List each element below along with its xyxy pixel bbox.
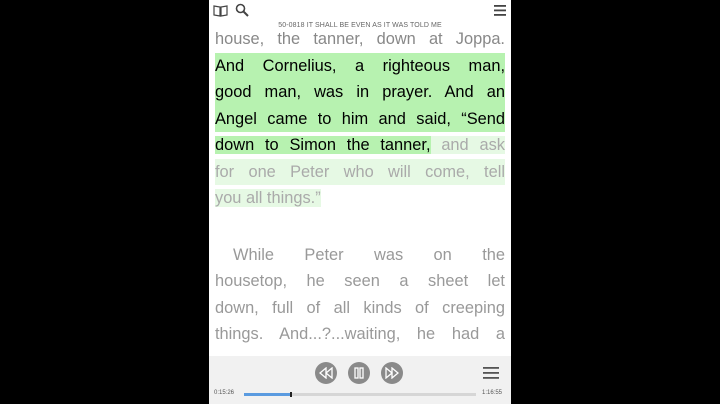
total-time: 1:16:55 xyxy=(482,390,503,396)
forward-10-icon[interactable] xyxy=(381,362,403,384)
menu-icon[interactable] xyxy=(492,2,508,18)
audio-player: 0:15:26 1:16:55 xyxy=(209,356,511,404)
text-line-upcoming-wrap: you all things.” xyxy=(215,185,505,212)
reading-pane[interactable]: house, the tanner, down at Joppa. And Co… xyxy=(215,26,505,348)
text-line: While Peter was on the xyxy=(233,245,505,264)
current-phrase: down to Simon the tanner, xyxy=(215,136,431,154)
text-line: housetop, he seen a sheet let xyxy=(215,272,505,290)
search-icon[interactable] xyxy=(234,2,250,18)
elapsed-time: 0:15:26 xyxy=(214,390,235,396)
list-icon[interactable] xyxy=(482,365,500,381)
text-line-mixed: down to Simon the tanner, and ask xyxy=(215,132,505,159)
paragraph-2: While Peter was on the housetop, he seen… xyxy=(215,242,505,348)
progress-knob[interactable] xyxy=(290,392,293,397)
paragraph-1: house, the tanner, down at Joppa. And Co… xyxy=(215,26,505,212)
progress-bar[interactable] xyxy=(244,392,476,397)
reader-app: 50-0818 IT SHALL BE EVEN AS IT WAS TOLD … xyxy=(209,0,511,404)
top-bar xyxy=(209,0,511,20)
upcoming-phrase: and ask xyxy=(430,136,505,154)
text-line-upcoming: you all things.” xyxy=(215,189,321,207)
text-line-highlighted: good man, was in prayer. And an xyxy=(215,79,505,106)
text-line-highlighted: And Cornelius, a righteous man, xyxy=(215,52,505,79)
pause-icon[interactable] xyxy=(348,362,370,384)
text-line: down, full of all kinds of creeping xyxy=(215,298,505,317)
text-line-highlighted: Angel came to him and said, “Send xyxy=(215,105,505,132)
text-line-upcoming: for one Peter who will come, tell xyxy=(215,158,505,185)
book-icon[interactable] xyxy=(212,2,228,18)
text-line: things. And...?...waiting, he had a xyxy=(215,325,505,343)
rewind-10-icon[interactable] xyxy=(315,362,337,384)
progress-fill xyxy=(244,393,291,396)
sermon-title: 50-0818 IT SHALL BE EVEN AS IT WAS TOLD … xyxy=(209,20,511,32)
